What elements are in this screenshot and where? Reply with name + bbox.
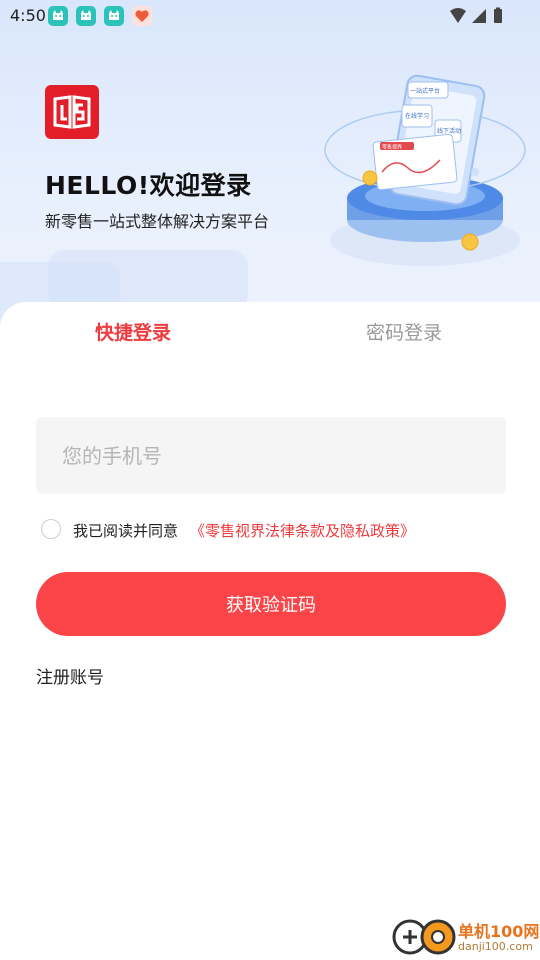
system-status-icons [450,7,502,23]
illustration-label: 一站式平台 [410,87,440,95]
hero-decor-shape [48,250,248,310]
tab-password-login[interactable]: 密码登录 [366,318,442,345]
status-bar: 4:50 [0,0,540,32]
watermark-url: danji100.com [458,940,533,953]
cat-app-icon [76,6,96,26]
phone-input[interactable] [36,417,506,494]
watermark-name: 单机100网 [458,922,540,941]
illustration-label: 在线学习 [405,112,429,120]
privacy-policy-link[interactable]: 《零售视界法律条款及隐私政策》 [190,520,415,541]
register-link[interactable]: 注册账号 [36,663,104,688]
cat-app-icon [104,6,124,26]
platform-illustration: 在线学习 线下活动 一站式平台 零售视界 [324,74,526,266]
book-logo-icon [45,85,99,139]
agree-text: 我已阅读并同意 [73,522,179,540]
illustration-label: 线下活动 [437,127,461,135]
welcome-title: HELLO!欢迎登录 [45,171,252,200]
cat-app-icon [48,6,68,26]
signal-icon [472,9,486,23]
status-time: 4:50 [10,6,46,25]
tab-quick-login[interactable]: 快捷登录 [95,318,171,345]
illustration-label: 零售视界 [382,144,402,151]
wifi-icon [450,8,466,23]
card-curve [270,360,540,400]
battery-icon [494,9,502,23]
welcome-subtitle: 新零售一站式整体解决方案平台 [45,212,270,231]
agree-checkbox[interactable] [41,519,61,539]
get-code-button[interactable]: 获取验证码 [36,572,506,636]
heart-app-icon [132,6,152,26]
